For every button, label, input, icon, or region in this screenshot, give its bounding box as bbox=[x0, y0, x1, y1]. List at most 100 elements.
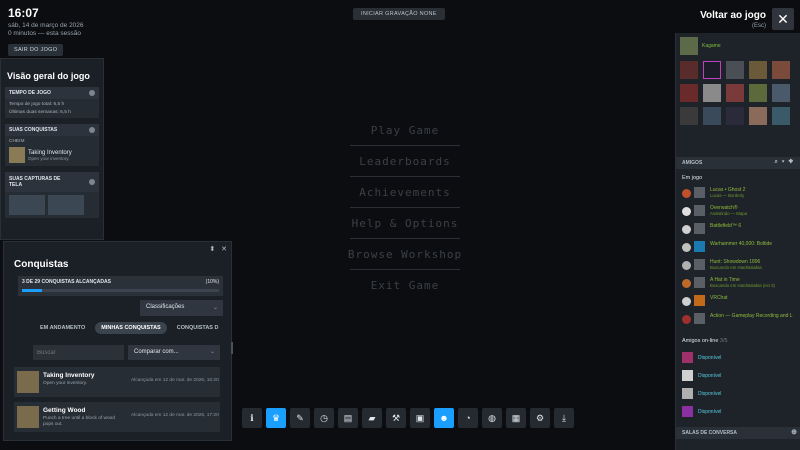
sort-dropdown[interactable]: Classificações ⌄ bbox=[140, 300, 223, 316]
avatar[interactable] bbox=[772, 61, 790, 79]
game-icon bbox=[682, 261, 691, 270]
clock-icon[interactable]: ◷ bbox=[314, 408, 334, 428]
avatar bbox=[694, 295, 705, 306]
info-icon[interactable]: ℹ bbox=[242, 408, 262, 428]
menu-item-leaderboards: Leaderboards bbox=[330, 146, 480, 177]
avatar[interactable] bbox=[680, 84, 698, 102]
trophy-icon bbox=[89, 127, 95, 133]
avatar bbox=[694, 277, 705, 288]
add-friend-icon[interactable]: ✚ bbox=[788, 159, 797, 165]
avatar[interactable] bbox=[726, 61, 744, 79]
timer-icon[interactable]: ◔ bbox=[458, 408, 478, 428]
screenshot-thumbnail[interactable] bbox=[48, 195, 84, 215]
game-icon bbox=[682, 315, 691, 324]
list-item[interactable]: Warhammer 40,000: Boltide bbox=[682, 240, 798, 256]
add-icon[interactable]: ⊕ bbox=[791, 428, 797, 436]
clock-icon bbox=[89, 90, 95, 96]
avatar[interactable] bbox=[749, 84, 767, 102]
back-to-game[interactable]: Voltar ao jogo (Esc) bbox=[700, 10, 766, 29]
overview-title: Visão geral do jogo bbox=[7, 71, 90, 81]
avatar[interactable] bbox=[703, 61, 721, 79]
my-name: Kagame bbox=[702, 43, 721, 49]
friends-header: AMIGOS ⌕▾✚ bbox=[676, 157, 800, 169]
avatar[interactable] bbox=[749, 61, 767, 79]
list-item[interactable]: Disponível bbox=[682, 405, 798, 421]
compare-dropdown[interactable]: Comparar com... ⌄ bbox=[128, 345, 220, 360]
play-time-header: TEMPO DE JOGO bbox=[9, 90, 51, 96]
list-item[interactable]: Disponível bbox=[682, 351, 798, 367]
search-icon[interactable]: ⌕ bbox=[775, 159, 782, 165]
overview-achievement[interactable]: Taking Inventory Open your inventory. bbox=[5, 144, 99, 166]
achievement-desc: Open your inventory. bbox=[28, 155, 70, 161]
avatar bbox=[694, 187, 705, 198]
panel-controls: ⬍ ✕ bbox=[209, 245, 227, 253]
keyboard-icon[interactable]: ▦ bbox=[506, 408, 526, 428]
list-item[interactable]: Overwatch® Assistindo — Mapa bbox=[682, 204, 798, 220]
my-profile[interactable]: Kagame bbox=[676, 33, 800, 59]
menu-item-help: Help & Options bbox=[330, 208, 480, 239]
clock-time: 16:07 bbox=[8, 6, 39, 20]
avatar[interactable] bbox=[749, 107, 767, 125]
start-recording-button[interactable]: INICIAR GRAVAÇÃO NONE bbox=[353, 8, 445, 20]
achievements-icon[interactable]: ♛ bbox=[266, 408, 286, 428]
list-item[interactable]: VRChat bbox=[682, 294, 798, 310]
expand-icon[interactable] bbox=[89, 179, 95, 185]
list-item[interactable]: Action — Gameplay Recording and L bbox=[682, 312, 798, 328]
pin-icon[interactable]: ⬍ bbox=[209, 246, 215, 253]
avatar[interactable] bbox=[772, 84, 790, 102]
close-icon[interactable]: ✕ bbox=[221, 246, 227, 253]
avatar[interactable] bbox=[680, 61, 698, 79]
play-time-section: TEMPO DE JOGO Tempo de jogo total: 6,5 h… bbox=[5, 87, 99, 118]
progress-bar bbox=[22, 289, 219, 292]
avatar bbox=[682, 370, 693, 381]
screenshots-section[interactable]: SUAS CAPTURAS DE TELA bbox=[5, 172, 99, 218]
close-overlay-button[interactable]: ✕ bbox=[772, 8, 794, 30]
exit-game-button[interactable]: SAIR DO JOGO bbox=[8, 44, 64, 56]
settings-icon[interactable]: ⚙ bbox=[530, 408, 550, 428]
avatar[interactable] bbox=[772, 107, 790, 125]
chevron-down-icon: ⌄ bbox=[209, 349, 215, 355]
overlay-toolbar: ℹ ♛ ✎ ◷ ▤ ▰ ⚒ ▣ ☻ ◔ ◍ ▦ ⚙ ⤓ bbox=[242, 408, 574, 428]
screenshot-thumbnail[interactable] bbox=[9, 195, 45, 215]
chat-icon[interactable]: ▰ bbox=[362, 408, 382, 428]
session-time: 0 minutos — esta sessão bbox=[8, 30, 81, 37]
tab-my-achievements[interactable]: MINHAS CONQUISTAS bbox=[95, 322, 167, 334]
friends-icon[interactable]: ☻ bbox=[434, 408, 454, 428]
list-item[interactable]: Disponível bbox=[682, 369, 798, 385]
clock-widget: 16:07 sáb, 14 de março de 2026 0 minutos… bbox=[8, 6, 84, 37]
list-item[interactable]: Battlefield™ 6 bbox=[682, 222, 798, 238]
game-main-menu: Play Game Leaderboards Achievements Help… bbox=[330, 115, 480, 301]
list-item[interactable]: Getting Wood Punch a tree until a block … bbox=[14, 402, 220, 432]
back-to-game-key: (Esc) bbox=[752, 23, 766, 29]
screenshots-icon[interactable]: ▣ bbox=[410, 408, 430, 428]
list-item[interactable]: Disponível bbox=[682, 387, 798, 403]
tab-achievements[interactable]: CONQUISTAS D bbox=[171, 322, 225, 334]
tab-in-progress[interactable]: EM ANDAMENTO bbox=[34, 322, 91, 334]
your-achievements-section[interactable]: SUAS CONQUISTAS CHEIM Taking Inventory O… bbox=[5, 124, 99, 166]
avatar bbox=[682, 352, 693, 363]
avatar[interactable] bbox=[726, 84, 744, 102]
menu-item-exit: Exit Game bbox=[370, 279, 440, 292]
progress-label: 3 DE 29 CONQUISTAS ALCANÇADAS bbox=[22, 279, 111, 285]
download-icon[interactable]: ⤓ bbox=[554, 408, 574, 428]
chat-rooms-header[interactable]: SALAS DE CONVERSA ⊕ bbox=[676, 427, 800, 439]
avatar[interactable] bbox=[726, 107, 744, 125]
guide-icon[interactable]: ▤ bbox=[338, 408, 358, 428]
avatar bbox=[694, 223, 705, 234]
game-overview-panel: Visão geral do jogo TEMPO DE JOGO Tempo … bbox=[0, 58, 104, 240]
search-input[interactable] bbox=[33, 345, 124, 360]
avatar bbox=[694, 205, 705, 216]
pencil-icon[interactable]: ✎ bbox=[290, 408, 310, 428]
avatar[interactable] bbox=[680, 107, 698, 125]
controller-icon[interactable]: ◍ bbox=[482, 408, 502, 428]
list-item[interactable]: A Hat in Time Buscando em Hardstalakta (e… bbox=[682, 276, 798, 292]
list-item[interactable]: Hunt: Showdown 1896 Buscando em Hardstala… bbox=[682, 258, 798, 274]
avatar[interactable] bbox=[703, 107, 721, 125]
achievement-tabs: EM ANDAMENTO MINHAS CONQUISTAS CONQUISTA… bbox=[34, 322, 224, 334]
list-item[interactable]: Taking Inventory Open your inventory. Al… bbox=[14, 367, 220, 397]
avatar[interactable] bbox=[703, 84, 721, 102]
wrench-icon[interactable]: ⚒ bbox=[386, 408, 406, 428]
scrollbar[interactable] bbox=[231, 342, 233, 354]
list-item[interactable]: Lucas • Ghost 2 Lucas — Borderly bbox=[682, 186, 798, 202]
progress-percent: (10%) bbox=[205, 279, 219, 285]
